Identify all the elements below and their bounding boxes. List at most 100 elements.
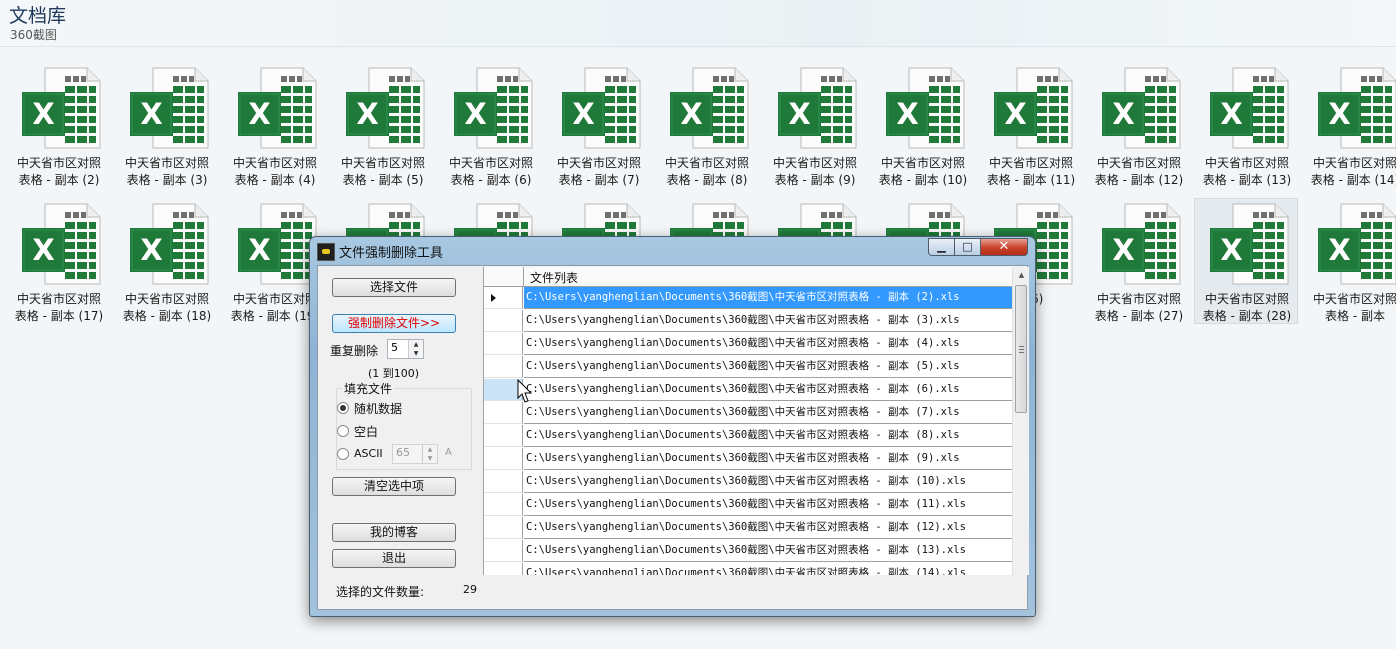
- excel-file-icon: X: [1209, 67, 1289, 149]
- excel-file-icon: X: [1101, 67, 1181, 149]
- row-header[interactable]: [484, 333, 523, 355]
- file-path-cell[interactable]: C:\Users\yanghenglian\Documents\360截图\中天…: [524, 540, 1012, 562]
- svg-text:X: X: [1220, 97, 1242, 131]
- force-delete-button[interactable]: 强制删除文件>>: [332, 314, 456, 333]
- library-subtitle[interactable]: 360截图: [10, 26, 57, 43]
- file-name-label: 中天省市区对照 表格 - 副本 (18): [115, 291, 219, 325]
- excel-file-item[interactable]: X 中天省市区对照 表格 - 副本 (13): [1194, 62, 1298, 188]
- file-name-line1: 中天省市区对照: [772, 156, 857, 170]
- grid-scrollbar[interactable]: ▲: [1012, 267, 1029, 575]
- file-name-line2: 表格 - 副本: [1325, 309, 1385, 323]
- column-header-file-list[interactable]: 文件列表: [530, 269, 578, 286]
- row-header[interactable]: [484, 563, 523, 575]
- file-name-line2: 表格 - 副本 (2): [18, 173, 100, 187]
- file-path-cell[interactable]: C:\Users\yanghenglian\Documents\360截图\中天…: [524, 287, 1012, 309]
- excel-file-item[interactable]: X 中天省市区对照 表格 - 副本 (2): [6, 62, 110, 188]
- file-path-cell[interactable]: C:\Users\yanghenglian\Documents\360截图\中天…: [524, 333, 1012, 355]
- file-name-line1: 中天省市区对照: [880, 156, 965, 170]
- library-title: 文档库: [9, 5, 67, 27]
- file-name-line2: 表格 - 副本 (27): [1094, 309, 1184, 323]
- select-file-button[interactable]: 选择文件: [332, 278, 456, 297]
- excel-file-item[interactable]: X 中天省市区对照 表格 - 副本 (11): [978, 62, 1082, 188]
- grid-corner[interactable]: [484, 267, 524, 286]
- file-name-label: 中天省市区对照 表格 - 副本 (5): [331, 155, 435, 189]
- radio-blank-label[interactable]: 空白: [354, 423, 378, 440]
- repeat-count-stepper[interactable]: 5 ▲ ▼: [387, 339, 424, 359]
- file-path-cell[interactable]: C:\Users\yanghenglian\Documents\360截图\中天…: [524, 448, 1012, 470]
- row-header[interactable]: [484, 540, 523, 562]
- svg-text:X: X: [140, 97, 162, 131]
- file-name-line2: 表格 - 副本 (9): [774, 173, 856, 187]
- radio-ascii[interactable]: [337, 448, 349, 460]
- file-list-grid[interactable]: 文件列表 C:\Users\yanghenglian\Documents\360…: [483, 267, 1029, 575]
- excel-file-item[interactable]: X 中天省市区对照 表格 - 副本 (18): [114, 198, 218, 324]
- file-name-line2: 表格 - 副本 (5): [342, 173, 424, 187]
- file-path-cell[interactable]: C:\Users\yanghenglian\Documents\360截图\中天…: [524, 356, 1012, 378]
- ascii-stepper-arrows: ▲ ▼: [422, 445, 437, 463]
- file-path-cell[interactable]: C:\Users\yanghenglian\Documents\360截图\中天…: [524, 494, 1012, 516]
- row-header[interactable]: [484, 356, 523, 378]
- excel-file-item[interactable]: X 中天省市区对照 表格 - 副本 (10): [870, 62, 974, 188]
- svg-text:X: X: [1004, 97, 1026, 131]
- excel-file-item[interactable]: X 中天省市区对照 表格 - 副本: [1302, 198, 1396, 324]
- file-path-cell[interactable]: C:\Users\yanghenglian\Documents\360截图\中天…: [524, 425, 1012, 447]
- excel-file-item[interactable]: X 中天省市区对照 表格 - 副本 (9): [762, 62, 866, 188]
- dialog-client-area: 选择文件 强制删除文件>> 重复删除 5 ▲ ▼ (1 到100) 填充文件 随机…: [317, 265, 1029, 610]
- file-count-value: 29: [463, 583, 477, 596]
- my-blog-button[interactable]: 我的博客: [332, 523, 456, 542]
- excel-file-item[interactable]: X 中天省市区对照 表格 - 副本 (17): [6, 198, 110, 324]
- file-path-cell[interactable]: C:\Users\yanghenglian\Documents\360截图\中天…: [524, 517, 1012, 539]
- radio-random-label[interactable]: 随机数据: [354, 400, 402, 417]
- excel-file-item[interactable]: X 中天省市区对照 表格 - 副本 (27): [1086, 198, 1190, 324]
- file-path-cell[interactable]: C:\Users\yanghenglian\Documents\360截图\中天…: [524, 310, 1012, 332]
- close-button[interactable]: ✕: [980, 238, 1028, 256]
- file-path-cell[interactable]: C:\Users\yanghenglian\Documents\360截图\中天…: [524, 402, 1012, 424]
- row-header[interactable]: [484, 287, 523, 309]
- radio-random-data[interactable]: [337, 402, 349, 414]
- row-header[interactable]: [484, 310, 523, 332]
- app-window-icon: [317, 243, 335, 261]
- row-header[interactable]: [484, 425, 523, 447]
- row-header[interactable]: [484, 402, 523, 424]
- file-path-cell[interactable]: C:\Users\yanghenglian\Documents\360截图\中天…: [524, 563, 1012, 575]
- exit-button[interactable]: 退出: [332, 549, 456, 568]
- maximize-button[interactable]: □: [954, 238, 981, 256]
- stepper-up-icon[interactable]: ▲: [409, 340, 423, 349]
- excel-file-icon: X: [453, 67, 533, 149]
- excel-file-item[interactable]: X 中天省市区对照 表格 - 副本 (5): [330, 62, 434, 188]
- minimize-button[interactable]: ▁: [928, 238, 955, 256]
- file-path-cell[interactable]: C:\Users\yanghenglian\Documents\360截图\中天…: [524, 379, 1012, 401]
- row-header[interactable]: [484, 471, 523, 493]
- excel-file-item[interactable]: X 中天省市区对照 表格 - 副本 (6): [438, 62, 542, 188]
- scroll-up-icon[interactable]: ▲: [1013, 267, 1029, 284]
- row-header[interactable]: [484, 517, 523, 539]
- row-header[interactable]: [484, 448, 523, 470]
- stepper-down-icon[interactable]: ▼: [409, 349, 423, 358]
- dialog-titlebar[interactable]: 文件强制删除工具 ▁ □ ✕: [310, 237, 1035, 263]
- excel-file-icon: X: [129, 67, 209, 149]
- radio-ascii-label[interactable]: ASCII: [354, 447, 383, 460]
- excel-file-item[interactable]: X 中天省市区对照 表格 - 副本 (28): [1194, 198, 1298, 324]
- svg-text:X: X: [1112, 97, 1134, 131]
- file-name-label: 中天省市区对照 表格 - 副本 (2): [7, 155, 111, 189]
- radio-blank[interactable]: [337, 425, 349, 437]
- stepper-arrows[interactable]: ▲ ▼: [408, 340, 423, 358]
- row-header[interactable]: [484, 494, 523, 516]
- excel-file-item[interactable]: X 中天省市区对照 表格 - 副本 (7): [546, 62, 650, 188]
- excel-file-item[interactable]: X 中天省市区对照 表格 - 副本 (8): [654, 62, 758, 188]
- library-header: 文档库 360截图: [0, 0, 1396, 48]
- file-path-cell[interactable]: C:\Users\yanghenglian\Documents\360截图\中天…: [524, 471, 1012, 493]
- svg-text:X: X: [32, 97, 54, 131]
- svg-text:X: X: [32, 233, 54, 267]
- excel-file-item[interactable]: X 中天省市区对照 表格 - 副本 (14): [1302, 62, 1396, 188]
- svg-text:X: X: [356, 97, 378, 131]
- file-name-line2: 表格 - 副本 (10): [878, 173, 968, 187]
- scroll-thumb[interactable]: [1015, 285, 1027, 413]
- file-name-line2: 表格 - 副本 (4): [234, 173, 316, 187]
- excel-file-item[interactable]: X 中天省市区对照 表格 - 副本 (12): [1086, 62, 1190, 188]
- excel-file-item[interactable]: X 中天省市区对照 表格 - 副本 (3): [114, 62, 218, 188]
- file-count-label: 选择的文件数量:: [336, 585, 425, 599]
- excel-file-icon: X: [885, 67, 965, 149]
- clear-selected-button[interactable]: 清空选中项: [332, 477, 456, 496]
- excel-file-item[interactable]: X 中天省市区对照 表格 - 副本 (4): [222, 62, 326, 188]
